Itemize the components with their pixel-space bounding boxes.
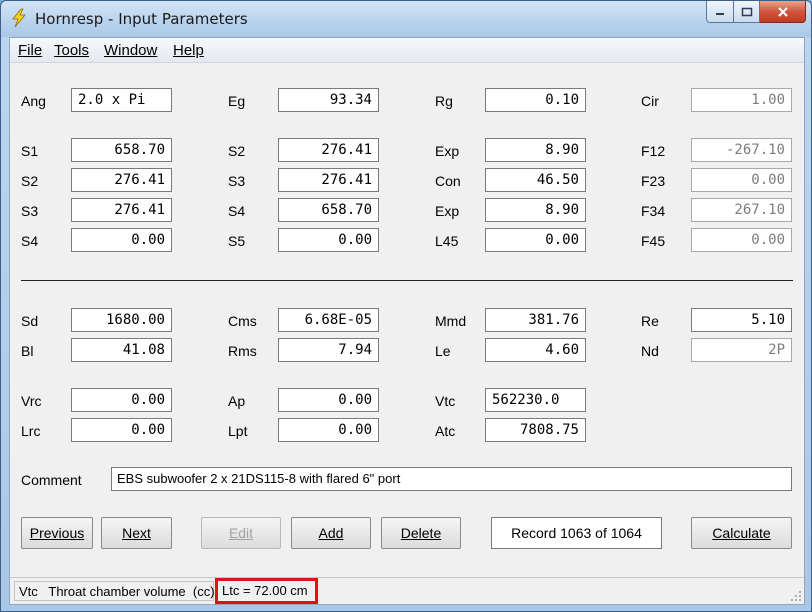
label-lpt: Lpt [228,423,248,439]
f34-field: 267.10 [691,198,792,222]
label-s5: S5 [228,233,246,249]
menu-window[interactable]: Window [104,42,157,59]
vrc-field[interactable]: 0.00 [71,388,172,412]
label-sd: Sd [21,313,39,329]
label-exp-1: Exp [435,143,460,159]
le-field[interactable]: 4.60 [485,338,586,362]
label-re: Re [641,313,659,329]
label-nd: Nd [641,343,659,359]
label-f34: F34 [641,203,666,219]
label-rms: Rms [228,343,257,359]
l45-field[interactable]: 0.00 [485,228,586,252]
s4-field-seg3[interactable]: 658.70 [278,198,379,222]
s2-field-seg2[interactable]: 276.41 [71,168,172,192]
title-bar[interactable]: Hornresp - Input Parameters [1,1,811,37]
minimize-button[interactable] [706,1,734,23]
input-parameters-panel: File Tools Window Help Ang 2.0 x Pi Eg 9… [9,37,805,605]
close-button[interactable] [760,1,806,23]
maximize-button[interactable] [734,1,760,23]
label-s3-seg3: S3 [21,203,39,219]
calculate-button[interactable]: Calculate [691,517,792,549]
label-cms: Cms [228,313,257,329]
close-icon [777,6,788,17]
label-ang: Ang [21,93,46,109]
exp-field-1[interactable]: 8.90 [485,138,586,162]
vtc-field[interactable]: 562230.0 [485,388,586,412]
ang-field[interactable]: 2.0 x Pi [71,88,172,112]
s3-field-seg2[interactable]: 276.41 [278,168,379,192]
label-mmd: Mmd [435,313,467,329]
window-title: Hornresp - Input Parameters [35,10,248,28]
eg-field[interactable]: 93.34 [278,88,379,112]
delete-button[interactable]: Delete [381,517,461,549]
label-f23: F23 [641,173,666,189]
sd-field[interactable]: 1680.00 [71,308,172,332]
lightning-bolt-icon [12,8,26,28]
label-exp-3: Exp [435,203,460,219]
atc-field[interactable]: 7808.75 [485,418,586,442]
minimize-icon [716,12,724,15]
label-f12: F12 [641,143,666,159]
label-s2-seg2: S2 [21,173,39,189]
nd-field: 2P [691,338,792,362]
menu-help[interactable]: Help [173,42,204,59]
label-le: Le [435,343,451,359]
rms-field[interactable]: 7.94 [278,338,379,362]
label-s2: S2 [228,143,246,159]
label-bl: Bl [21,343,34,359]
label-vrc: Vrc [21,393,42,409]
rg-field[interactable]: 0.10 [485,88,586,112]
re-field[interactable]: 5.10 [691,308,792,332]
label-f45: F45 [641,233,666,249]
label-s4: S4 [228,203,246,219]
label-s3: S3 [228,173,246,189]
label-con: Con [435,173,461,189]
s2-field-seg1[interactable]: 276.41 [278,138,379,162]
s1-field[interactable]: 658.70 [71,138,172,162]
bl-field[interactable]: 41.08 [71,338,172,362]
label-l45: L45 [435,233,459,249]
label-atc: Atc [435,423,456,439]
label-s4-seg4: S4 [21,233,39,249]
label-comment: Comment [21,472,82,488]
lrc-field[interactable]: 0.00 [71,418,172,442]
cms-field[interactable]: 6.68E-05 [278,308,379,332]
label-vtc: Vtc [435,393,456,409]
record-counter: Record 1063 of 1064 [491,517,662,549]
exp-field-3[interactable]: 8.90 [485,198,586,222]
s3-field-seg3[interactable]: 276.41 [71,198,172,222]
app-window: Hornresp - Input Parameters File Tools W… [0,0,812,612]
f45-field: 0.00 [691,228,792,252]
s4-field-seg4[interactable]: 0.00 [71,228,172,252]
section-divider [21,280,793,281]
status-ltc: Ltc = 72.00 cm [215,578,318,604]
next-button[interactable]: Next [101,517,172,549]
mmd-field[interactable]: 381.76 [485,308,586,332]
label-rg: Rg [435,93,453,109]
menu-bar: File Tools Window Help [10,38,804,63]
label-cir: Cir [641,93,659,109]
cir-field: 1.00 [691,88,792,112]
con-field[interactable]: 46.50 [485,168,586,192]
menu-file[interactable]: File [18,42,42,59]
menu-tools[interactable]: Tools [54,42,89,59]
comment-field[interactable]: EBS subwoofer 2 x 21DS115-8 with flared … [111,467,792,491]
label-ap: Ap [228,393,246,409]
add-button[interactable]: Add [291,517,371,549]
status-bar: Vtc Throat chamber volume (cc) Ltc = 72.… [10,577,804,604]
f23-field: 0.00 [691,168,792,192]
label-lrc: Lrc [21,423,41,439]
label-eg: Eg [228,93,246,109]
lpt-field[interactable]: 0.00 [278,418,379,442]
maximize-icon [741,7,752,16]
edit-button[interactable]: Edit [201,517,281,549]
label-s1: S1 [21,143,39,159]
resize-grip-icon[interactable] [790,590,802,602]
f12-field: -267.10 [691,138,792,162]
status-hint: Vtc Throat chamber volume (cc) [14,581,215,601]
previous-button[interactable]: Previous [21,517,93,549]
ap-field[interactable]: 0.00 [278,388,379,412]
s5-field[interactable]: 0.00 [278,228,379,252]
